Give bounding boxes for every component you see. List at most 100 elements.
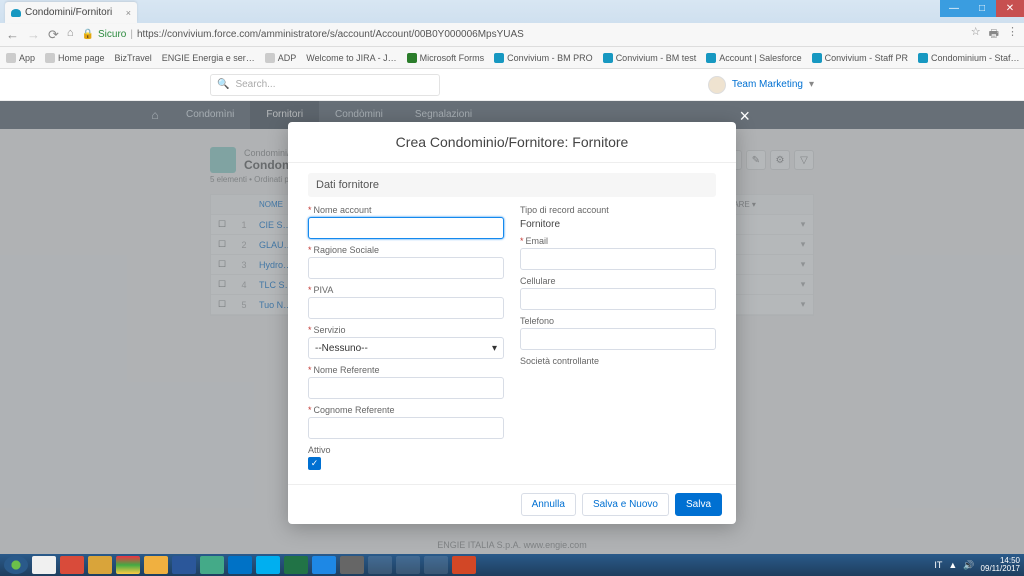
browser-address-bar: ← → ⟳ ⌂ 🔒 Sicuro | https://convivium.for…: [0, 23, 1024, 47]
page-icon: [407, 53, 417, 63]
field-tipo-record: Tipo di record account Fornitore: [520, 205, 716, 230]
nome-account-input[interactable]: [308, 217, 504, 239]
window-close[interactable]: ✕: [996, 0, 1024, 17]
field-attivo: Attivo ✓: [308, 445, 504, 470]
taskbar-skype[interactable]: [256, 556, 280, 574]
url-box[interactable]: 🔒 Sicuro | https://convivium.force.com/a…: [82, 29, 524, 40]
browser-tab-bar: Condomini/Fornitori × — □ ✕: [0, 0, 1024, 23]
menu-icon[interactable]: ⋮: [1007, 25, 1018, 44]
attivo-checkbox[interactable]: ✓: [308, 457, 321, 470]
browser-nav: ← → ⟳ ⌂: [6, 27, 74, 43]
reload-icon[interactable]: ⟳: [48, 27, 59, 43]
tipo-record-value: Fornitore: [520, 217, 716, 230]
bookmark-item[interactable]: Microsoft Forms: [407, 53, 485, 63]
field-telefono: Telefono: [520, 316, 716, 350]
taskbar-powerpoint[interactable]: [452, 556, 476, 574]
app-header: 🔍 Search... Team Marketing ▾: [0, 69, 1024, 101]
bookmark-item[interactable]: ADP: [265, 53, 297, 63]
cloud-icon: [494, 53, 504, 63]
email-input[interactable]: [520, 248, 716, 270]
bookmark-bar: App Home page BizTravel ENGIE Energia e …: [0, 47, 1024, 69]
taskbar-app[interactable]: [32, 556, 56, 574]
grid-icon: [6, 53, 16, 63]
taskbar-app[interactable]: [144, 556, 168, 574]
user-menu[interactable]: Team Marketing ▾: [708, 76, 814, 94]
clock[interactable]: 14:50 09/11/2017: [981, 557, 1020, 573]
cellulare-input[interactable]: [520, 288, 716, 310]
bookmark-item[interactable]: BizTravel: [115, 53, 152, 63]
page-icon: [265, 53, 275, 63]
tab-close-icon[interactable]: ×: [126, 8, 131, 18]
telefono-input[interactable]: [520, 328, 716, 350]
chevron-down-icon: ▾: [492, 343, 497, 354]
taskbar-app[interactable]: [200, 556, 224, 574]
taskbar-excel[interactable]: [284, 556, 308, 574]
annulla-button[interactable]: Annulla: [521, 493, 576, 516]
cloud-icon: [706, 53, 716, 63]
taskbar-app[interactable]: [60, 556, 84, 574]
start-button[interactable]: [4, 556, 28, 574]
bookmark-item[interactable]: Account | Salesforce: [706, 53, 801, 63]
taskbar-app[interactable]: [396, 556, 420, 574]
ragione-sociale-input[interactable]: [308, 257, 504, 279]
user-name: Team Marketing: [732, 79, 803, 90]
taskbar-app[interactable]: [88, 556, 112, 574]
home-icon[interactable]: ⌂: [67, 27, 74, 43]
bookmark-item[interactable]: Convivium - BM PRO: [494, 53, 593, 63]
cloud-icon: [918, 53, 928, 63]
forward-icon[interactable]: →: [27, 27, 40, 43]
taskbar-app[interactable]: [424, 556, 448, 574]
global-search[interactable]: 🔍 Search...: [210, 74, 440, 96]
servizio-select[interactable]: --Nessuno-- ▾: [308, 337, 504, 359]
taskbar-outlook[interactable]: [228, 556, 252, 574]
window-minimize[interactable]: —: [940, 0, 968, 17]
windows-taskbar: IT ▲ 🔊 14:50 09/11/2017: [0, 554, 1024, 576]
bookmark-item[interactable]: Condominium - Staf…: [918, 53, 1020, 63]
bookmark-item[interactable]: ENGIE Energia e ser…: [162, 53, 255, 63]
salva-nuovo-button[interactable]: Salva e Nuovo: [582, 493, 669, 516]
search-icon: 🔍: [217, 79, 229, 90]
salva-button[interactable]: Salva: [675, 493, 722, 516]
window-buttons: — □ ✕: [940, 0, 1024, 17]
field-cognome-referente: *Cognome Referente: [308, 405, 504, 439]
chevron-down-icon: ▾: [809, 79, 814, 90]
bookmark-item[interactable]: Welcome to JIRA - J…: [306, 53, 396, 63]
print-icon[interactable]: 🖶: [989, 25, 999, 44]
window-maximize[interactable]: □: [968, 0, 996, 17]
avatar: [708, 76, 726, 94]
field-servizio: *Servizio --Nessuno-- ▾: [308, 325, 504, 359]
bookmark-item[interactable]: Convivium - Staff PR: [812, 53, 908, 63]
apps-button[interactable]: App: [6, 53, 35, 63]
taskbar-app[interactable]: [368, 556, 392, 574]
taskbar-ie[interactable]: [312, 556, 336, 574]
modal-footer: Annulla Salva e Nuovo Salva: [288, 484, 736, 524]
secure-label: Sicuro: [98, 29, 126, 40]
taskbar-chrome[interactable]: [116, 556, 140, 574]
back-icon[interactable]: ←: [6, 27, 19, 43]
field-nome-account: *Nome account: [308, 205, 504, 239]
volume-icon[interactable]: 🔊: [963, 560, 974, 571]
field-societa: Società controllante: [520, 356, 716, 368]
field-nome-referente: *Nome Referente: [308, 365, 504, 399]
lang-indicator[interactable]: IT: [934, 560, 942, 570]
cognome-referente-input[interactable]: [308, 417, 504, 439]
field-piva: *PIVA: [308, 285, 504, 319]
bookmark-item[interactable]: Convivium - BM test: [603, 53, 697, 63]
cloud-icon: [11, 9, 21, 17]
system-tray[interactable]: IT ▲ 🔊 14:50 09/11/2017: [934, 557, 1020, 573]
browser-tab[interactable]: Condomini/Fornitori ×: [5, 2, 137, 23]
cloud-icon: [812, 53, 822, 63]
close-icon[interactable]: ×: [739, 106, 750, 127]
nome-referente-input[interactable]: [308, 377, 504, 399]
taskbar-app[interactable]: [340, 556, 364, 574]
taskbar-word[interactable]: [172, 556, 196, 574]
bookmark-item[interactable]: Home page: [45, 53, 105, 63]
field-email: *Email: [520, 236, 716, 270]
field-ragione-sociale: *Ragione Sociale: [308, 245, 504, 279]
cloud-icon: [603, 53, 613, 63]
tray-icon[interactable]: ▲: [948, 560, 957, 570]
create-fornitore-modal: × Crea Condominio/Fornitore: Fornitore D…: [288, 122, 736, 524]
piva-input[interactable]: [308, 297, 504, 319]
section-header: Dati fornitore: [308, 173, 716, 197]
star-icon[interactable]: ☆: [971, 25, 981, 44]
